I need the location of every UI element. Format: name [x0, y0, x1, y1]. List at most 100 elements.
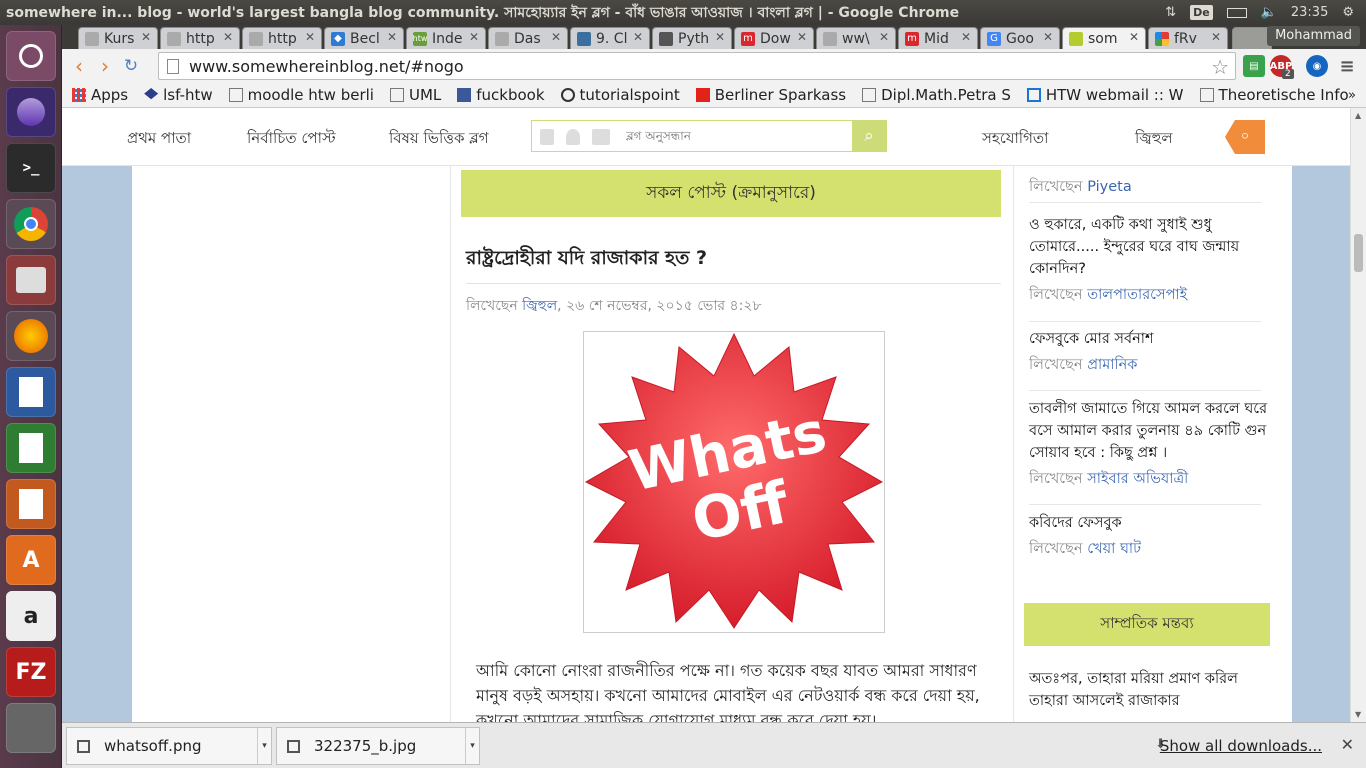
sidebar-post-title[interactable]: ফেসবুকে মোর সর্বনাশ [1029, 328, 1269, 350]
calc-icon[interactable] [6, 423, 56, 473]
more-bookmarks-icon[interactable]: » [1348, 88, 1356, 103]
bookmark-item[interactable]: Berliner Sparkass [695, 86, 846, 104]
bookmark-apps[interactable]: Apps [72, 86, 128, 104]
eclipse-icon[interactable] [6, 87, 56, 137]
scrollbar-thumb[interactable] [1354, 234, 1363, 272]
back-button[interactable]: ‹ [66, 53, 92, 79]
close-icon[interactable]: ✕ [551, 30, 561, 44]
user-filter-icon[interactable] [566, 129, 580, 145]
tab[interactable]: http ✕ [160, 27, 240, 49]
power-icon[interactable]: ⚙ [1342, 5, 1354, 20]
author-link[interactable]: প্রামানিক [1087, 357, 1137, 373]
page-info-icon[interactable] [167, 58, 179, 74]
page-scrollbar[interactable]: ▲ ▼ [1350, 108, 1366, 722]
close-icon[interactable]: ✕ [1129, 30, 1139, 44]
dropdown-arrow-icon[interactable]: ▾ [257, 728, 271, 764]
writer-icon[interactable] [6, 367, 56, 417]
download-item[interactable]: whatsoff.png ▾ [66, 727, 272, 765]
category-filter-icon[interactable] [592, 129, 610, 145]
nav-topic-blog[interactable]: বিষয় ভিত্তিক ব্লগ [389, 127, 489, 152]
bookmark-item[interactable]: Theoretische Info [1199, 86, 1349, 104]
close-icon[interactable]: ✕ [961, 30, 971, 44]
scroll-down-icon[interactable]: ▼ [1355, 710, 1361, 719]
tab[interactable]: Das ✕ [488, 27, 568, 49]
show-all-downloads-link[interactable]: Show all downloads... [1160, 737, 1322, 755]
close-icon[interactable]: ✕ [469, 30, 479, 44]
new-tab-button[interactable] [1232, 27, 1272, 49]
filezilla-icon[interactable]: FZ [6, 647, 56, 697]
scroll-up-icon[interactable]: ▲ [1355, 111, 1361, 120]
workspace-switcher-icon[interactable] [6, 703, 56, 753]
sidebar-post-title[interactable]: কবিদের ফেসবুক [1029, 512, 1269, 534]
bookmark-item[interactable]: moodle htw berli [228, 86, 374, 104]
printer-extension-icon[interactable]: ▤ [1243, 55, 1265, 77]
nav-home[interactable]: প্রথম পাতা [127, 127, 191, 152]
search-button[interactable]: ⌕ [852, 121, 886, 151]
close-icon[interactable]: ✕ [1211, 30, 1221, 44]
tab[interactable]: ww\ ✕ [816, 27, 896, 49]
tab[interactable]: htw Inde ✕ [406, 27, 486, 49]
close-icon[interactable]: ✕ [1341, 735, 1354, 754]
tab[interactable]: ◆ Becl ✕ [324, 27, 404, 49]
keyboard-layout-indicator[interactable]: De [1190, 5, 1213, 20]
amazon-icon[interactable]: a [6, 591, 56, 641]
tab[interactable]: G Goo ✕ [980, 27, 1060, 49]
battery-icon[interactable] [1226, 7, 1247, 18]
author-link[interactable]: Piyeta [1087, 179, 1132, 195]
bookmark-item[interactable]: HTW webmail :: W [1026, 86, 1184, 104]
forward-button[interactable]: › [92, 53, 118, 79]
post-image[interactable]: Whats Off [583, 331, 885, 633]
nav-user[interactable]: জ্বিহুল [1135, 127, 1173, 152]
firefox-icon[interactable] [6, 311, 56, 361]
nav-help[interactable]: সহযোগিতা [982, 127, 1049, 152]
tab[interactable]: m Mid ✕ [898, 27, 978, 49]
address-bar[interactable]: www.somewhereinblog.net/#nogo ☆ [158, 52, 1236, 80]
close-icon[interactable]: ✕ [797, 30, 807, 44]
notification-badge[interactable]: ০ [1225, 120, 1265, 154]
close-icon[interactable]: ✕ [305, 30, 315, 44]
network-icon[interactable]: ⇅ [1165, 5, 1176, 20]
reload-button[interactable]: ↻ [118, 53, 144, 79]
close-icon[interactable]: ✕ [633, 30, 643, 44]
profile-button[interactable]: Mohammad [1267, 26, 1360, 46]
clock[interactable]: 23:35 [1291, 5, 1328, 20]
close-icon[interactable]: ✕ [387, 30, 397, 44]
dropdown-arrow-icon[interactable]: ▾ [465, 728, 479, 764]
sidebar-post-title[interactable]: তাবলীগ জামাতে গিয়ে আমল করলে ঘরে বসে আমা… [1029, 398, 1269, 464]
bookmark-item[interactable]: lsf-htw [144, 86, 213, 104]
url-text[interactable]: www.somewhereinblog.net/#nogo [189, 57, 464, 76]
search-input[interactable] [626, 126, 846, 146]
close-icon[interactable]: ✕ [223, 30, 233, 44]
files-icon[interactable] [6, 255, 56, 305]
terminal-icon[interactable]: >_ [6, 143, 56, 193]
ubuntu-dash-icon[interactable] [6, 31, 56, 81]
chrome-menu-icon[interactable]: ≡ [1336, 55, 1358, 77]
author-link[interactable]: তালপাতারসেপাই [1087, 287, 1187, 303]
tab[interactable]: http ✕ [242, 27, 322, 49]
software-center-icon[interactable]: A [6, 535, 56, 585]
author-link[interactable]: খেয়া ঘাট [1087, 541, 1141, 557]
bookmark-item[interactable]: UML [389, 86, 441, 104]
bookmark-item[interactable]: fuckbook [457, 86, 545, 104]
tab[interactable]: Pyth ✕ [652, 27, 732, 49]
bookmark-item[interactable]: tutorialspoint [560, 86, 680, 104]
tab[interactable]: 9. Cl ✕ [570, 27, 650, 49]
impress-icon[interactable] [6, 479, 56, 529]
volume-icon[interactable]: 🔈 [1261, 5, 1277, 20]
close-icon[interactable]: ✕ [715, 30, 725, 44]
comment-preview[interactable]: অতঃপর, তাহারা মরিয়া প্রমাণ করিল তাহারা … [1029, 668, 1269, 712]
bookmark-item[interactable]: Dipl.Math.Petra S [862, 86, 1011, 104]
close-icon[interactable]: ✕ [141, 30, 151, 44]
post-filter-icon[interactable] [540, 129, 554, 145]
tab-active[interactable]: som ✕ [1062, 27, 1146, 49]
post-author-link[interactable]: জ্বিহুল [522, 298, 557, 314]
close-icon[interactable]: ✕ [879, 30, 889, 44]
tab[interactable]: Kurs ✕ [78, 27, 158, 49]
extension-eye-icon[interactable]: ◉ [1306, 55, 1328, 77]
download-item[interactable]: 322375_b.jpg ▾ [276, 727, 480, 765]
tab[interactable]: fRv ✕ [1148, 27, 1228, 49]
sidebar-post-title[interactable]: ও হুকারে, একটি কথা সুধাই শুধু তোমারে....… [1029, 214, 1269, 280]
post-title[interactable]: রাষ্ট্রদ্রোহীরা যদি রাজাকার হত ? [466, 244, 707, 276]
nav-selected-posts[interactable]: নির্বাচিত পোস্ট [247, 127, 336, 152]
author-link[interactable]: সাইবার অভিযাত্রী [1087, 471, 1188, 487]
